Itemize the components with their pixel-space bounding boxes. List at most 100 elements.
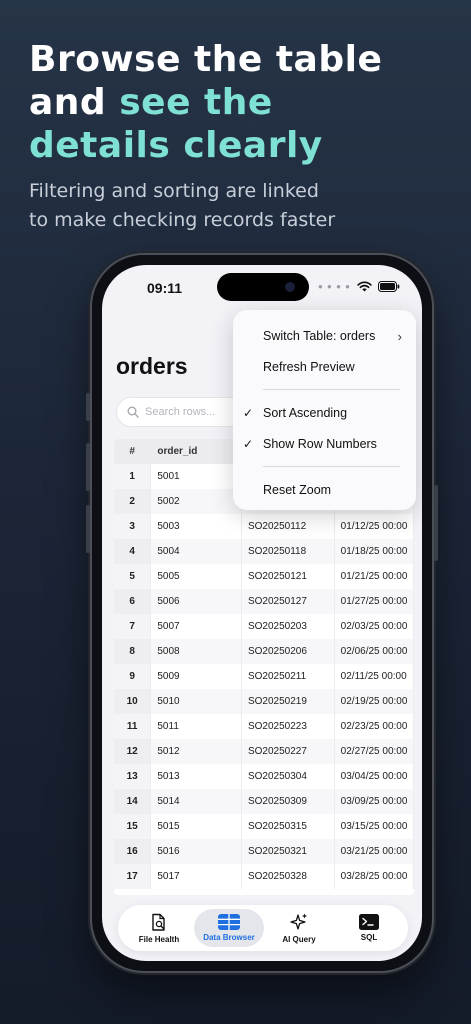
phone-frame: 09:11 ● ● ● ● orders Search rows... # or… — [86, 253, 438, 973]
cell-order-id: 5003 — [150, 514, 242, 539]
cell-order-code: SO20250304 — [241, 764, 335, 789]
cell-order-id: 5004 — [150, 539, 242, 564]
options-menu: Switch Table: orders › Refresh Preview ✓… — [233, 310, 416, 510]
search-bar[interactable] — [116, 397, 246, 427]
table-row[interactable]: 8 5008 SO20250206 02/06/25 00:00 — [114, 639, 414, 664]
checkmark-icon: ✓ — [242, 437, 254, 451]
cell-order-date: 03/09/25 00:00 — [334, 789, 414, 814]
table-row[interactable]: 6 5006 SO20250127 01/27/25 00:00 — [114, 589, 414, 614]
cell-order-date: 01/18/25 00:00 — [334, 539, 414, 564]
cell-order-date: 03/04/25 00:00 — [334, 764, 414, 789]
cell-order-id: 5006 — [150, 589, 242, 614]
cell-order-id: 5009 — [150, 664, 242, 689]
subheadline: Filtering and sorting are linked to make… — [29, 177, 449, 235]
volume-down-button — [86, 505, 90, 553]
cell-order-date: 02/27/25 00:00 — [334, 739, 414, 764]
table-row[interactable]: 17 5017 SO20250328 03/28/25 00:00 — [114, 864, 414, 889]
cell-order-code: SO20250315 — [241, 814, 335, 839]
table-row[interactable]: 7 5007 SO20250203 02/03/25 00:00 — [114, 614, 414, 639]
cell-order-date: 02/03/25 00:00 — [334, 614, 414, 639]
wifi-icon — [357, 281, 372, 292]
cell-order-code: SO20250118 — [241, 539, 335, 564]
battery-icon — [378, 281, 400, 292]
cell-order-id: 5008 — [150, 639, 242, 664]
status-time: 09:11 — [147, 280, 183, 296]
row-number: 6 — [114, 589, 152, 614]
cell-order-id: 5016 — [150, 839, 242, 864]
tab-data-browser[interactable]: Data Browser — [194, 909, 264, 947]
cell-order-date: 02/06/25 00:00 — [334, 639, 414, 664]
search-input[interactable] — [145, 406, 235, 418]
cell-order-code: SO20250321 — [241, 839, 335, 864]
cell-order-code: SO20250219 — [241, 689, 335, 714]
table-row[interactable]: 13 5013 SO20250304 03/04/25 00:00 — [114, 764, 414, 789]
tab-sql[interactable]: SQL — [334, 909, 404, 947]
tab-file-health[interactable]: File Health — [124, 909, 194, 947]
row-number: 2 — [114, 489, 152, 514]
subheadline-line-2: to make checking records faster — [29, 209, 336, 231]
table-icon — [218, 914, 240, 930]
headline-line-2-prefix: and — [29, 82, 120, 123]
cell-order-id: 5017 — [150, 864, 242, 889]
headline-line-2: and see the — [29, 81, 459, 124]
page-title: orders — [116, 353, 188, 379]
cell-order-date: 02/19/25 00:00 — [334, 689, 414, 714]
row-number: 3 — [114, 514, 152, 539]
table-row[interactable]: 5 5005 SO20250121 01/21/25 00:00 — [114, 564, 414, 589]
cellular-signal-icon: ● ● ● ● — [318, 282, 351, 291]
row-number: 8 — [114, 639, 152, 664]
cell-order-code: SO20250206 — [241, 639, 335, 664]
table-row[interactable]: 15 5015 SO20250315 03/15/25 00:00 — [114, 814, 414, 839]
volume-up-button — [86, 443, 90, 491]
cell-order-id: 5001 — [150, 464, 242, 489]
table-row[interactable]: 14 5014 SO20250309 03/09/25 00:00 — [114, 789, 414, 814]
cell-order-id: 5012 — [150, 739, 242, 764]
power-button — [434, 485, 438, 561]
cell-order-code: SO20250112 — [241, 514, 335, 539]
checkmark-icon: ✓ — [242, 406, 254, 420]
table-row[interactable]: 16 5016 SO20250321 03/21/25 00:00 — [114, 839, 414, 864]
table-row[interactable]: 12 5012 SO20250227 02/27/25 00:00 — [114, 739, 414, 764]
cell-order-date: 01/27/25 00:00 — [334, 589, 414, 614]
menu-item-reset-zoom-label: Reset Zoom — [263, 483, 332, 497]
cell-order-code: SO20250127 — [241, 589, 335, 614]
cell-order-id: 5015 — [150, 814, 242, 839]
file-search-icon — [152, 913, 165, 931]
tab-ai-query[interactable]: AI Query — [264, 909, 334, 947]
header-order-id[interactable]: order_id — [150, 439, 242, 464]
cell-order-code: SO20250309 — [241, 789, 335, 814]
headline: Browse the table and see the details cle… — [29, 38, 459, 167]
phone-screen: 09:11 ● ● ● ● orders Search rows... # or… — [102, 265, 422, 961]
row-number: 7 — [114, 614, 152, 639]
row-number: 9 — [114, 664, 152, 689]
cell-order-date: 01/21/25 00:00 — [334, 564, 414, 589]
tab-label: File Health — [138, 934, 180, 944]
cell-order-date: 03/21/25 00:00 — [334, 839, 414, 864]
cell-order-id: 5002 — [150, 489, 242, 514]
row-number: 14 — [114, 789, 152, 814]
row-number: 5 — [114, 564, 152, 589]
cell-order-id: 5011 — [150, 714, 242, 739]
menu-item-sort-ascending[interactable]: ✓ Sort Ascending — [233, 398, 416, 428]
menu-item-reset-zoom[interactable]: Reset Zoom — [233, 475, 416, 505]
menu-item-show-row-numbers[interactable]: ✓ Show Row Numbers — [233, 429, 416, 459]
cell-order-date: 02/23/25 00:00 — [334, 714, 414, 739]
tab-label: AI Query — [282, 935, 316, 944]
table-row[interactable]: 10 5010 SO20250219 02/19/25 00:00 — [114, 689, 414, 714]
header-row-number[interactable]: # — [114, 439, 152, 464]
menu-item-sort-label: Sort Ascending — [263, 406, 348, 420]
table-row[interactable]: 11 5011 SO20250223 02/23/25 00:00 — [114, 714, 414, 739]
table-row[interactable]: 3 5003 SO20250112 01/12/25 00:00 — [114, 514, 414, 539]
action-button — [86, 393, 90, 421]
menu-item-switch-table-label: Switch Table: orders — [263, 329, 376, 343]
status-icons: ● ● ● ● — [318, 281, 400, 292]
menu-item-refresh-label: Refresh Preview — [263, 360, 355, 374]
table-row[interactable]: 4 5004 SO20250118 01/18/25 00:00 — [114, 539, 414, 564]
menu-item-switch-table[interactable]: Switch Table: orders › — [233, 321, 416, 351]
table-row[interactable]: 9 5009 SO20250211 02/11/25 00:00 — [114, 664, 414, 689]
row-number: 13 — [114, 764, 152, 789]
sparkles-icon — [290, 913, 307, 930]
terminal-icon — [359, 914, 379, 930]
menu-item-refresh-preview[interactable]: Refresh Preview — [233, 352, 416, 382]
subheadline-line-1: Filtering and sorting are linked — [29, 180, 319, 202]
